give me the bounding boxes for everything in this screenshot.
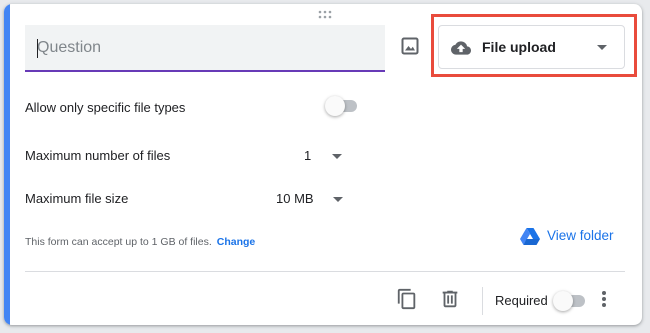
toggle-thumb bbox=[325, 96, 345, 116]
text-cursor bbox=[37, 39, 38, 58]
google-drive-icon bbox=[520, 228, 540, 245]
required-toggle[interactable] bbox=[553, 291, 587, 311]
capacity-text: This form can accept up to 1 GB of files… bbox=[25, 236, 212, 248]
max-file-size-label: Maximum file size bbox=[25, 191, 129, 206]
question-type-label: File upload bbox=[482, 39, 556, 55]
max-files-dropdown[interactable]: 1 bbox=[302, 146, 346, 166]
add-image-button[interactable] bbox=[398, 34, 422, 58]
chevron-down-icon bbox=[333, 197, 343, 202]
trash-icon bbox=[442, 290, 458, 308]
capacity-notice: This form can accept up to 1 GB of files… bbox=[25, 236, 255, 248]
active-card-indicator bbox=[4, 4, 10, 325]
duplicate-button[interactable] bbox=[396, 288, 418, 310]
required-label: Required bbox=[495, 293, 548, 308]
max-file-size-value: 10 MB bbox=[276, 191, 314, 206]
allow-specific-types-label: Allow only specific file types bbox=[25, 100, 186, 115]
max-files-label: Maximum number of files bbox=[25, 148, 171, 163]
question-type-dropdown[interactable]: File upload bbox=[438, 25, 625, 69]
drag-handle-icon[interactable] bbox=[317, 10, 333, 20]
view-folder-label: View folder bbox=[547, 228, 614, 243]
question-input[interactable] bbox=[37, 37, 367, 59]
change-capacity-link[interactable]: Change bbox=[217, 236, 256, 248]
image-icon bbox=[401, 37, 419, 55]
allow-specific-types-toggle[interactable] bbox=[325, 96, 359, 116]
question-card: File upload Allow only specific file typ… bbox=[4, 4, 642, 325]
chevron-down-icon bbox=[332, 154, 342, 159]
delete-button[interactable] bbox=[439, 288, 461, 310]
toggle-thumb bbox=[553, 291, 573, 311]
cloud-upload-icon bbox=[451, 41, 471, 55]
more-vert-icon bbox=[602, 291, 606, 307]
copy-icon bbox=[397, 288, 416, 310]
more-options-button[interactable] bbox=[598, 289, 610, 309]
max-file-size-dropdown[interactable]: 10 MB bbox=[274, 189, 346, 209]
max-files-value: 1 bbox=[304, 148, 312, 163]
chevron-down-icon bbox=[597, 45, 607, 50]
footer-divider-line bbox=[25, 271, 625, 272]
footer-vertical-divider bbox=[482, 287, 483, 315]
question-field[interactable] bbox=[25, 25, 385, 72]
